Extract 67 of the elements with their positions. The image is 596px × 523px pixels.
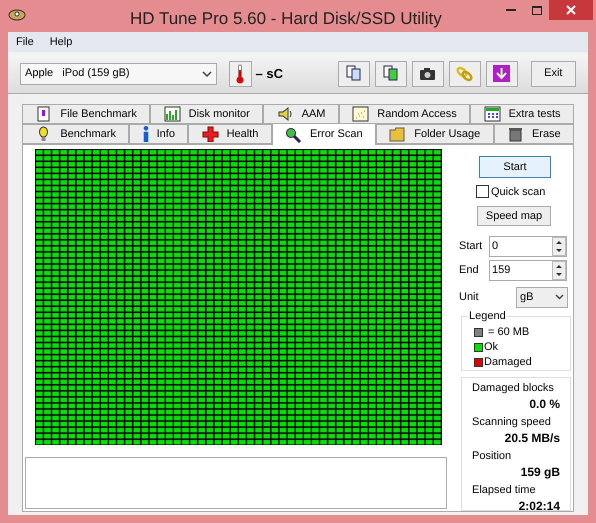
close-button[interactable] [549, 0, 593, 20]
toolbar-button[interactable] [374, 60, 407, 86]
speed-map-button[interactable]: Speed map [477, 206, 551, 226]
unit-select[interactable]: gB [516, 286, 568, 308]
exit-button[interactable]: Exit [530, 60, 576, 86]
minimize-icon [506, 8, 516, 12]
chevron-icon [202, 70, 212, 76]
legend-label: = 60 MB [488, 324, 530, 340]
tab[interactable]: AAM [263, 104, 339, 124]
quick-scan-checkbox[interactable] [476, 185, 489, 198]
tab[interactable]: Benchmark [22, 124, 130, 144]
stat-label: Damaged blocks [472, 381, 555, 396]
download-icon [492, 64, 512, 83]
tab[interactable]: Erase [494, 124, 574, 144]
stat-value: 159 gB [520, 464, 560, 480]
menu-item[interactable]: Help [50, 34, 72, 50]
tab[interactable]: Extra tests [470, 104, 574, 124]
quick-scan-label: Quick scan [491, 184, 546, 200]
tab[interactable]: Info [129, 124, 188, 144]
calculator-icon [484, 106, 501, 122]
start-button[interactable]: Start [479, 156, 551, 178]
tab[interactable]: Health [188, 124, 272, 144]
bin-icon [506, 126, 524, 142]
tab[interactable]: Random Access [338, 104, 470, 124]
chevron-icon [555, 294, 564, 300]
copy-icon [381, 64, 400, 83]
temperature-reading: – sC [256, 64, 284, 83]
folder-icon [389, 126, 406, 142]
disk-icon [8, 8, 26, 22]
tab[interactable]: Disk monitor [150, 104, 264, 124]
thermometer-icon [236, 64, 244, 84]
legend-label: Ok [484, 340, 498, 355]
tab[interactable]: Folder Usage [376, 124, 494, 144]
tab[interactable]: Error Scan [272, 123, 376, 145]
info-icon [142, 126, 149, 142]
spinner-arrows-icon [552, 236, 566, 256]
end-spinner[interactable]: 159 [489, 260, 567, 281]
window-title: HD Tune Pro 5.60 - Hard Disk/SSD Utility [130, 8, 442, 30]
start-label: Start [459, 239, 484, 254]
legend-title: Legend [468, 308, 507, 323]
cross-icon [202, 126, 219, 142]
drive-select[interactable]: Apple iPod (159 gB) [20, 62, 217, 84]
stat-label: Elapsed time [472, 483, 537, 498]
chain-icon [455, 64, 474, 83]
unit-label: Unit [459, 290, 480, 305]
file-icon [35, 106, 52, 122]
chart-icon [164, 106, 181, 122]
legend-label: Damaged [484, 354, 532, 370]
stat-value: 2:02:14 [518, 498, 560, 514]
scatter-icon [352, 106, 370, 122]
toolbar-button[interactable] [412, 60, 444, 86]
copy-icon [344, 64, 364, 83]
spinner-arrows-icon [552, 260, 566, 280]
maximize-icon [532, 6, 542, 14]
stat-label: Scanning speed [472, 415, 552, 430]
stat-label: Position [472, 449, 512, 464]
magnifier-icon [285, 126, 302, 142]
end-label: End [459, 263, 480, 278]
temperature-button[interactable] [228, 60, 252, 86]
toolbar-button[interactable] [338, 60, 370, 86]
menu-item[interactable]: File [16, 34, 34, 50]
stat-value: 20.5 MB/s [504, 430, 560, 446]
start-spinner[interactable]: 0 [489, 236, 567, 257]
close-icon [566, 5, 576, 15]
speaker-icon [276, 106, 294, 122]
tab[interactable]: File Benchmark [22, 104, 150, 124]
stat-value: 0.0 % [529, 396, 560, 412]
